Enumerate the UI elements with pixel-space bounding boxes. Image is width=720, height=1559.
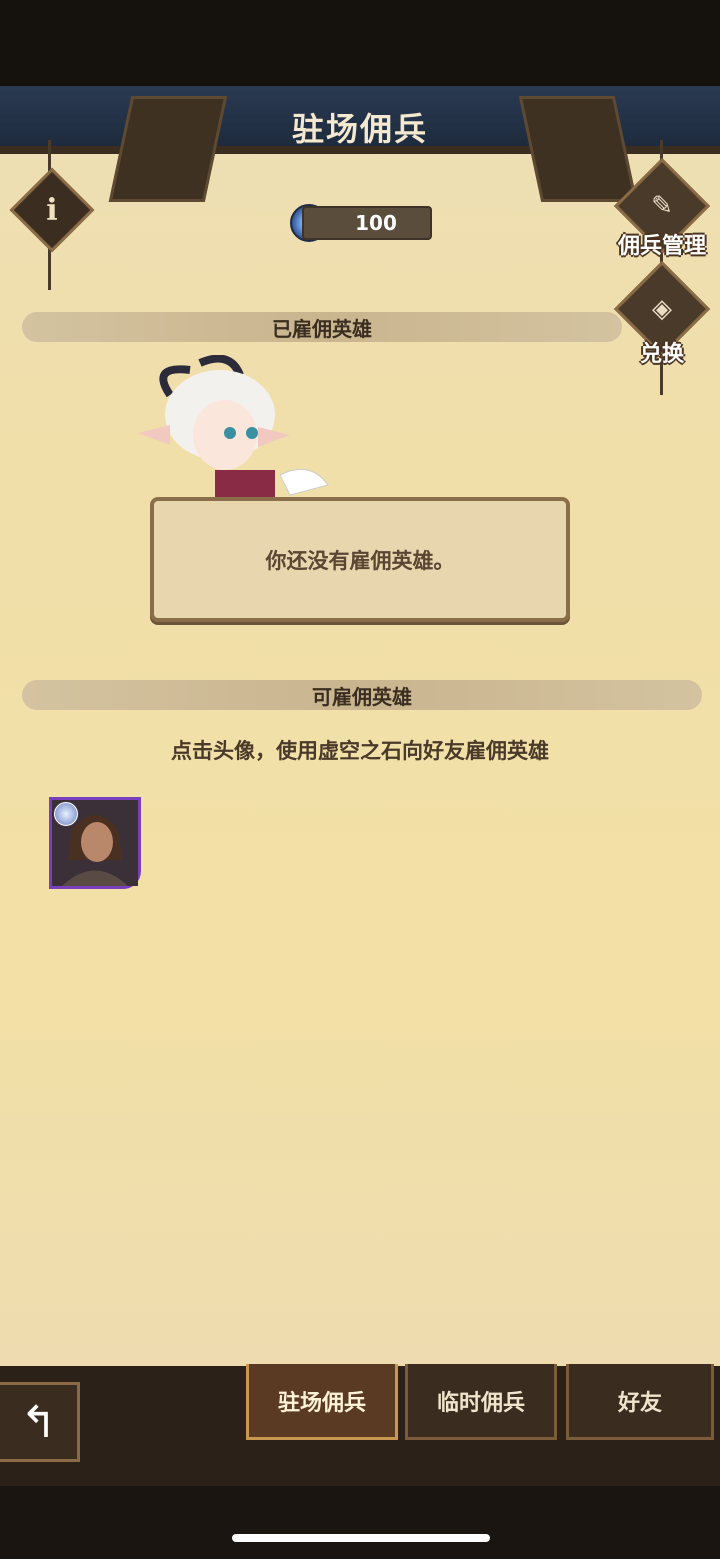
tab-temporary-mercenary[interactable]: 临时佣兵 bbox=[405, 1364, 557, 1440]
tab-friends[interactable]: 好友 bbox=[566, 1364, 714, 1440]
back-arrow-icon: ↰ bbox=[20, 1396, 57, 1448]
faction-badge-icon bbox=[54, 802, 78, 826]
page-title: 驻场佣兵 bbox=[291, 110, 428, 148]
exchange-label: 兑换 bbox=[639, 342, 684, 367]
mercenary-management-label: 佣兵管理 bbox=[617, 234, 706, 259]
guide-character bbox=[138, 355, 329, 505]
back-button[interactable]: ↰ bbox=[0, 1382, 80, 1462]
main-panel bbox=[0, 86, 720, 1366]
currency-amount: 100 bbox=[302, 206, 432, 240]
info-icon: i bbox=[46, 192, 58, 228]
crystal-icon: ◈ bbox=[652, 294, 672, 324]
hire-hint-text: 点击头像，使用虚空之石向好友雇佣英雄 bbox=[171, 739, 549, 763]
tab-resident-mercenary[interactable]: 驻场佣兵 bbox=[246, 1364, 398, 1440]
hero-portrait[interactable] bbox=[49, 797, 141, 889]
hired-section-header: 已雇佣英雄 bbox=[22, 312, 622, 342]
available-section-header: 可雇佣英雄 bbox=[22, 680, 702, 710]
status-bar-area bbox=[0, 0, 720, 86]
empty-hired-message: 你还没有雇佣英雄。 bbox=[150, 497, 570, 622]
home-indicator[interactable] bbox=[232, 1534, 490, 1542]
